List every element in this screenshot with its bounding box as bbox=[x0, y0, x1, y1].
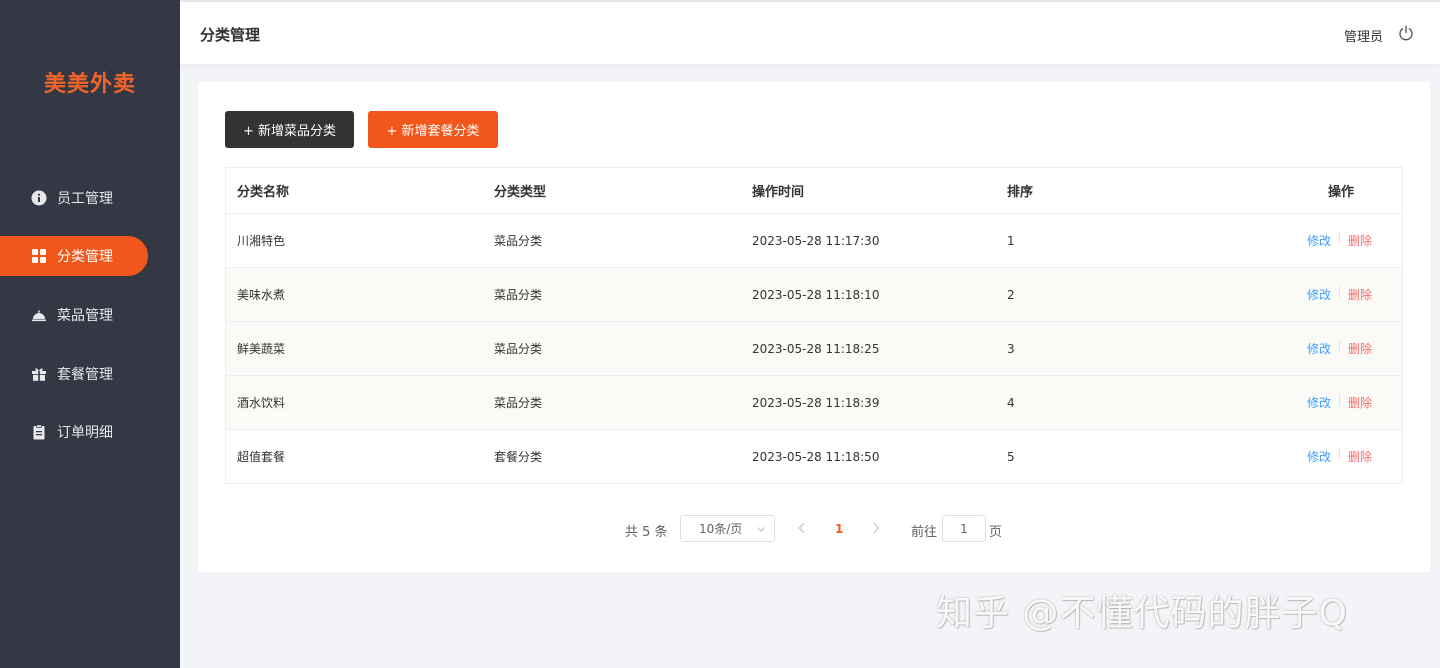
chevron-down-icon bbox=[757, 527, 765, 532]
cell-sort: 1 bbox=[1007, 233, 1015, 248]
gift-icon bbox=[30, 365, 48, 383]
clipboard-icon bbox=[30, 423, 48, 441]
add-dish-category-button[interactable]: + 新增菜品分类 bbox=[225, 111, 354, 148]
cell-type: 菜品分类 bbox=[494, 342, 543, 356]
action-divider bbox=[1338, 340, 1340, 352]
cell-time: 2023-05-28 11:18:25 bbox=[752, 341, 880, 356]
chevron-left-icon[interactable] bbox=[796, 521, 808, 535]
cell-sort: 3 bbox=[1007, 341, 1015, 356]
action-divider bbox=[1338, 448, 1340, 460]
brand-logo: 美美外卖 bbox=[43, 72, 136, 97]
action-divider bbox=[1338, 394, 1340, 406]
cell-actions: 修改 删除 bbox=[1195, 286, 1402, 303]
cell-name: 酒水饮料 bbox=[237, 396, 286, 410]
cell-type: 菜品分类 bbox=[494, 396, 543, 410]
cell-type: 套餐分类 bbox=[494, 450, 543, 464]
info-circle-icon bbox=[30, 189, 48, 207]
cloche-icon bbox=[30, 306, 48, 324]
cell-name: 超值套餐 bbox=[237, 450, 286, 464]
sidebar-item-category[interactable]: 分类管理 bbox=[0, 236, 148, 276]
cell-type: 菜品分类 bbox=[494, 288, 543, 302]
edit-link[interactable]: 修改 bbox=[1307, 232, 1331, 249]
sidebar-item-employee[interactable]: 员工管理 bbox=[0, 178, 148, 218]
table-row: 川湘特色 菜品分类 2023-05-28 11:17:30 1 修改 删除 bbox=[226, 214, 1402, 268]
table-row: 超值套餐 套餐分类 2023-05-28 11:18:50 5 修改 删除 bbox=[226, 430, 1402, 484]
table-row: 酒水饮料 菜品分类 2023-05-28 11:18:39 4 修改 删除 bbox=[226, 376, 1402, 430]
delete-link[interactable]: 删除 bbox=[1348, 448, 1372, 465]
cell-actions: 修改 删除 bbox=[1195, 394, 1402, 411]
goto-label: 前往 bbox=[911, 525, 938, 540]
sidebar-item-label: 套餐管理 bbox=[57, 367, 113, 383]
table-header: 分类名称 分类类型 操作时间 排序 操作 bbox=[226, 168, 1402, 214]
sidebar-item-combo[interactable]: 套餐管理 bbox=[0, 354, 148, 394]
delete-link[interactable]: 删除 bbox=[1348, 340, 1372, 357]
category-table: 分类名称 分类类型 操作时间 排序 操作 川湘特色 菜品分类 2023-05-2… bbox=[225, 167, 1403, 484]
sidebar-item-label: 菜品管理 bbox=[57, 308, 113, 324]
grid-icon bbox=[30, 247, 48, 265]
edit-link[interactable]: 修改 bbox=[1307, 394, 1331, 411]
top-bar: 分类管理 管理员 bbox=[180, 0, 1440, 64]
edit-link[interactable]: 修改 bbox=[1307, 340, 1331, 357]
cell-sort: 5 bbox=[1007, 449, 1015, 464]
page-suffix: 页 bbox=[989, 525, 1003, 540]
delete-link[interactable]: 删除 bbox=[1348, 286, 1372, 303]
column-header-sort: 排序 bbox=[1007, 185, 1034, 200]
cell-sort: 2 bbox=[1007, 287, 1015, 302]
sidebar-item-label: 员工管理 bbox=[57, 191, 113, 207]
cell-name: 鲜美蔬菜 bbox=[237, 342, 286, 356]
table-row: 美味水煮 菜品分类 2023-05-28 11:18:10 2 修改 删除 bbox=[226, 268, 1402, 322]
watermark: 知乎 @不懂代码的胖子Q bbox=[936, 593, 1348, 634]
chevron-right-icon[interactable] bbox=[870, 521, 882, 535]
delete-link[interactable]: 删除 bbox=[1348, 232, 1372, 249]
sidebar: 美美外卖 员工管理 分类管理 菜品管理 套餐管理 订单明细 bbox=[0, 0, 180, 668]
cell-time: 2023-05-28 11:18:10 bbox=[752, 287, 880, 302]
cell-time: 2023-05-28 11:18:50 bbox=[752, 449, 880, 464]
pagination-total: 共 5 条 bbox=[625, 525, 668, 540]
column-header-actions: 操作 bbox=[1327, 185, 1354, 200]
page-title: 分类管理 bbox=[200, 26, 261, 44]
goto-page-input[interactable] bbox=[942, 515, 986, 542]
action-divider bbox=[1338, 232, 1340, 244]
cell-actions: 修改 删除 bbox=[1195, 232, 1402, 249]
sidebar-item-orders[interactable]: 订单明细 bbox=[0, 412, 148, 452]
page-number-current[interactable]: 1 bbox=[835, 522, 843, 536]
cell-sort: 4 bbox=[1007, 395, 1015, 410]
main-panel: + 新增菜品分类 + 新增套餐分类 分类名称 分类类型 操作时间 排序 操作 川… bbox=[198, 82, 1430, 572]
edit-link[interactable]: 修改 bbox=[1307, 448, 1331, 465]
cell-time: 2023-05-28 11:18:39 bbox=[752, 395, 880, 410]
table-row: 鲜美蔬菜 菜品分类 2023-05-28 11:18:25 3 修改 删除 bbox=[226, 322, 1402, 376]
power-icon[interactable] bbox=[1398, 25, 1414, 41]
sidebar-item-label: 订单明细 bbox=[57, 425, 113, 441]
sidebar-item-dish[interactable]: 菜品管理 bbox=[0, 295, 148, 335]
page-size-select[interactable]: 10条/页 bbox=[680, 515, 775, 542]
sidebar-item-label: 分类管理 bbox=[57, 249, 113, 265]
user-name[interactable]: 管理员 bbox=[1344, 26, 1383, 45]
column-header-time: 操作时间 bbox=[752, 185, 805, 200]
column-header-name: 分类名称 bbox=[237, 185, 290, 200]
cell-time: 2023-05-28 11:17:30 bbox=[752, 233, 880, 248]
cell-name: 美味水煮 bbox=[237, 288, 286, 302]
delete-link[interactable]: 删除 bbox=[1348, 394, 1372, 411]
action-divider bbox=[1338, 286, 1340, 298]
cell-name: 川湘特色 bbox=[237, 234, 286, 248]
pagination: 共 5 条 10条/页 1 前往 页 bbox=[198, 515, 1430, 543]
column-header-type: 分类类型 bbox=[494, 185, 547, 200]
edit-link[interactable]: 修改 bbox=[1307, 286, 1331, 303]
add-combo-category-button[interactable]: + 新增套餐分类 bbox=[368, 111, 498, 148]
page-size-value: 10条/页 bbox=[699, 522, 743, 536]
cell-actions: 修改 删除 bbox=[1195, 340, 1402, 357]
cell-actions: 修改 删除 bbox=[1195, 448, 1402, 465]
cell-type: 菜品分类 bbox=[494, 234, 543, 248]
